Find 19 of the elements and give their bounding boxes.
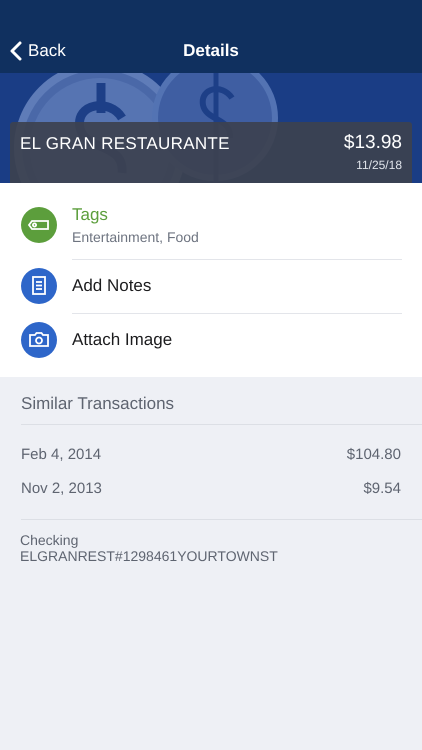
section-heading: Similar Transactions bbox=[21, 377, 422, 425]
action-label[interactable]: Attach Image bbox=[72, 330, 402, 350]
account-name: Checking bbox=[20, 532, 80, 548]
back-button[interactable]: Back bbox=[0, 41, 66, 61]
tag-icon[interactable] bbox=[21, 207, 57, 243]
notes-icon[interactable] bbox=[21, 268, 57, 304]
similar-date: Feb 4, 2014 bbox=[21, 446, 102, 462]
similar-amount: $104.80 bbox=[346, 446, 401, 462]
similar-amount: $9.54 bbox=[363, 480, 401, 496]
similar-date: Nov 2, 2013 bbox=[21, 480, 102, 496]
back-chevron-icon bbox=[10, 41, 22, 61]
screen-title: Details bbox=[183, 41, 239, 61]
transaction-description: ELGRANREST#1298461YOURTOWNST bbox=[20, 548, 279, 564]
camera-icon[interactable] bbox=[21, 322, 57, 358]
action-label[interactable]: Add Notes bbox=[72, 276, 402, 296]
tags-list: Entertainment, Food bbox=[72, 228, 402, 244]
transaction-amount: $13.98 bbox=[344, 132, 402, 154]
transaction-date: 11/25/18 bbox=[356, 158, 402, 172]
merchant-name: EL GRAN RESTAURANTE bbox=[20, 134, 230, 155]
